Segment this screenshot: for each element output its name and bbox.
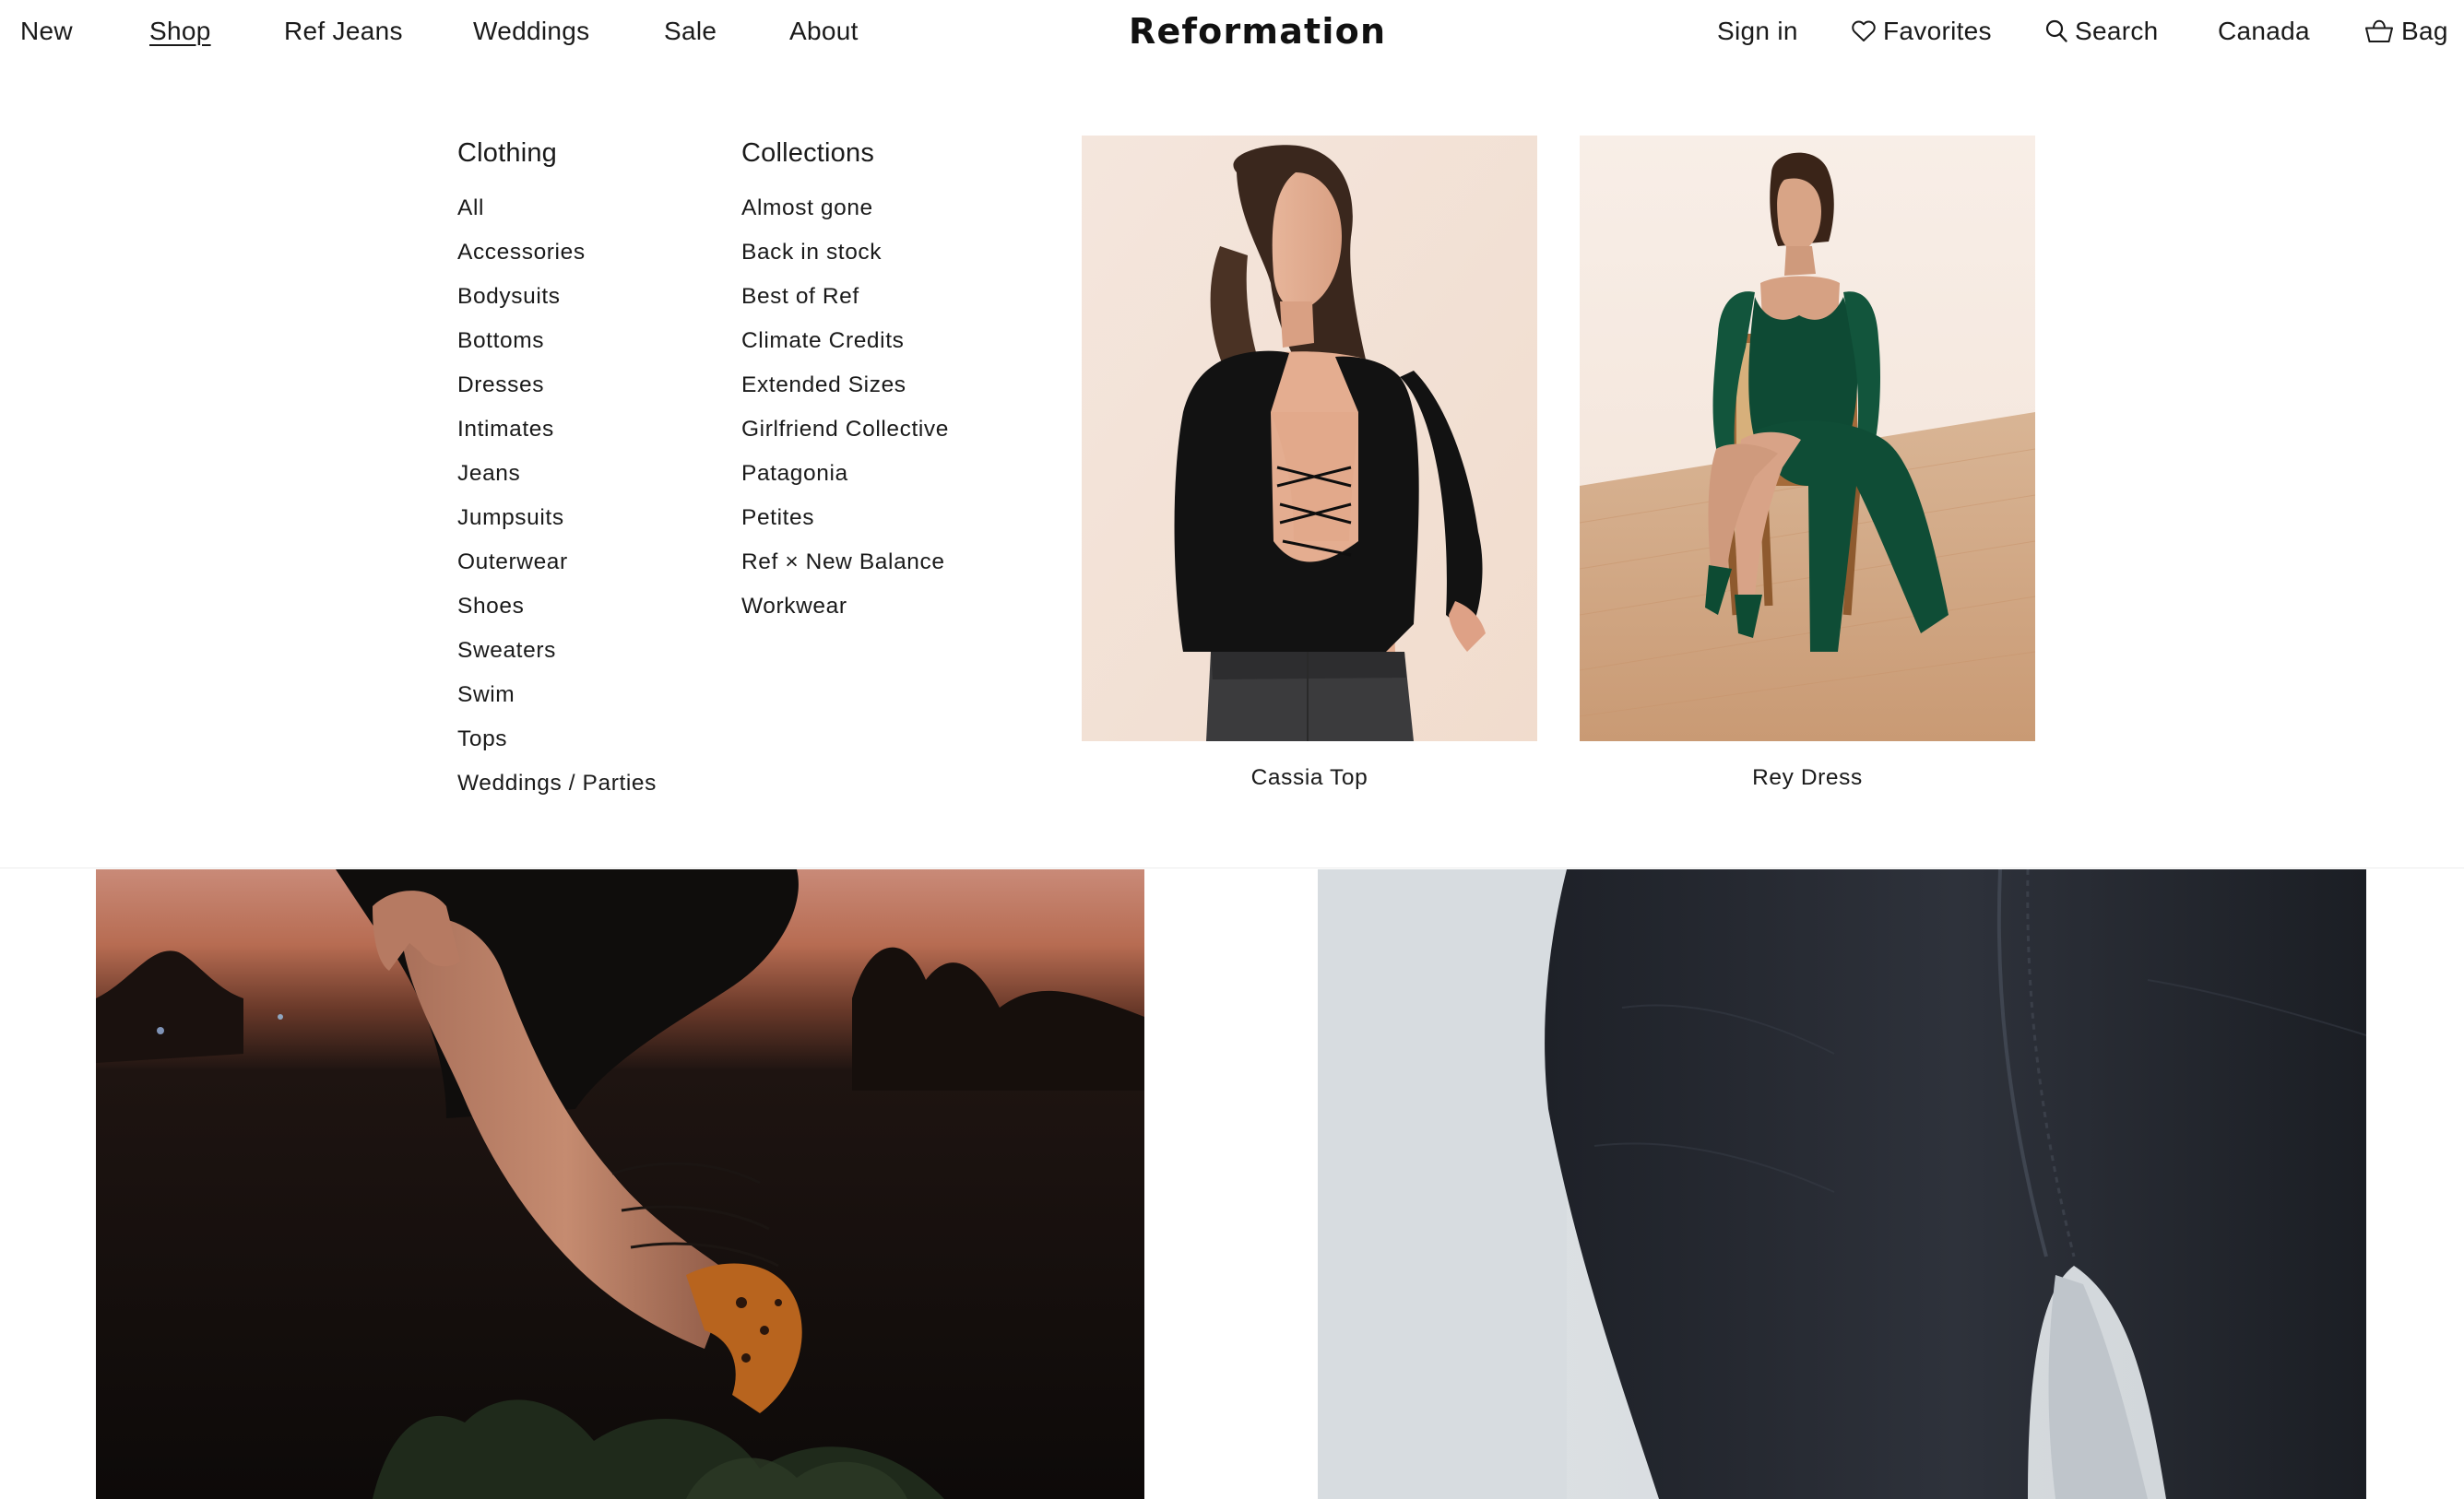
nav-sale[interactable]: Sale — [664, 15, 717, 48]
clothing-item-jeans[interactable]: Jeans — [457, 452, 657, 496]
search-link[interactable]: Search — [2045, 15, 2159, 48]
collection-item-girlfriend-collective[interactable]: Girlfriend Collective — [741, 407, 949, 452]
nav-new[interactable]: New — [20, 15, 73, 48]
collection-item-climate-credits[interactable]: Climate Credits — [741, 319, 949, 363]
clothing-heading: Clothing — [457, 138, 557, 168]
collection-item-back-in-stock[interactable]: Back in stock — [741, 230, 949, 275]
brand-logo[interactable]: Reformation — [1129, 11, 1386, 52]
featured-product-cassia-top: Cassia Top — [1082, 136, 1537, 793]
hero-image-sunset-heels[interactable] — [96, 869, 1144, 1499]
page: New Shop Ref Jeans Weddings Sale About R… — [0, 0, 2464, 1499]
site-header: New Shop Ref Jeans Weddings Sale About R… — [0, 0, 2464, 63]
clothing-item-dresses[interactable]: Dresses — [457, 363, 657, 407]
region-label: Canada — [2218, 17, 2310, 45]
clothing-item-weddings-parties[interactable]: Weddings / Parties — [457, 761, 657, 806]
nav-weddings[interactable]: Weddings — [473, 15, 589, 48]
bag-link[interactable]: Bag — [2364, 15, 2448, 48]
clothing-item-outerwear[interactable]: Outerwear — [457, 540, 657, 584]
collection-item-patagonia[interactable]: Patagonia — [741, 452, 949, 496]
clothing-item-sweaters[interactable]: Sweaters — [457, 629, 657, 673]
sign-in-label: Sign in — [1717, 17, 1798, 45]
clothing-item-intimates[interactable]: Intimates — [457, 407, 657, 452]
clothing-item-swim[interactable]: Swim — [457, 673, 657, 717]
clothing-list: All Accessories Bodysuits Bottoms Dresse… — [457, 186, 657, 806]
collection-item-extended-sizes[interactable]: Extended Sizes — [741, 363, 949, 407]
clothing-item-tops[interactable]: Tops — [457, 717, 657, 761]
collections-column: Collections Almost gone Back in stock Be… — [741, 136, 949, 629]
clothing-item-shoes[interactable]: Shoes — [457, 584, 657, 629]
heart-icon — [1852, 20, 1876, 42]
clothing-item-all[interactable]: All — [457, 186, 657, 230]
collection-item-ref-new-balance[interactable]: Ref × New Balance — [741, 540, 949, 584]
collections-list: Almost gone Back in stock Best of Ref Cl… — [741, 186, 949, 629]
sign-in-link[interactable]: Sign in — [1717, 15, 1798, 48]
cassia-top-caption[interactable]: Cassia Top — [1082, 763, 1537, 793]
region-selector[interactable]: Canada — [2218, 15, 2310, 48]
cassia-top-image[interactable] — [1082, 136, 1537, 741]
hero-image-denim-closeup[interactable] — [1318, 869, 2366, 1499]
favorites-label: Favorites — [1883, 17, 1992, 45]
clothing-item-accessories[interactable]: Accessories — [457, 230, 657, 275]
shop-mega-menu: Clothing All Accessories Bodysuits Botto… — [0, 63, 2464, 868]
clothing-item-bottoms[interactable]: Bottoms — [457, 319, 657, 363]
bag-label: Bag — [2401, 17, 2448, 45]
collection-item-petites[interactable]: Petites — [741, 496, 949, 540]
clothing-item-bodysuits[interactable]: Bodysuits — [457, 275, 657, 319]
collections-heading: Collections — [741, 138, 875, 168]
favorites-link[interactable]: Favorites — [1852, 15, 1992, 48]
search-label: Search — [2075, 17, 2159, 45]
rey-dress-image[interactable] — [1580, 136, 2035, 741]
collection-item-almost-gone[interactable]: Almost gone — [741, 186, 949, 230]
search-icon — [2045, 19, 2067, 43]
nav-about[interactable]: About — [789, 15, 859, 48]
nav-shop[interactable]: Shop — [149, 15, 211, 48]
clothing-column: Clothing All Accessories Bodysuits Botto… — [457, 136, 657, 806]
collection-item-best-of-ref[interactable]: Best of Ref — [741, 275, 949, 319]
bag-icon — [2364, 19, 2394, 43]
nav-ref-jeans[interactable]: Ref Jeans — [284, 15, 403, 48]
rey-dress-caption[interactable]: Rey Dress — [1580, 763, 2035, 793]
featured-product-rey-dress: Rey Dress — [1580, 136, 2035, 793]
collection-item-workwear[interactable]: Workwear — [741, 584, 949, 629]
clothing-item-jumpsuits[interactable]: Jumpsuits — [457, 496, 657, 540]
